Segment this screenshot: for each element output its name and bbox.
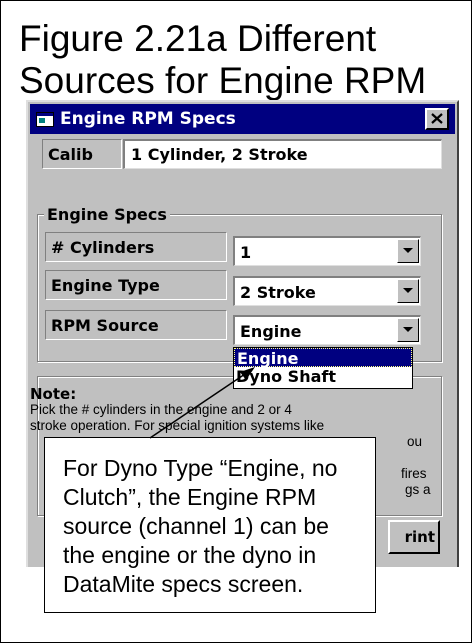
figure-title-line2: Sources for Engine RPM bbox=[19, 60, 427, 101]
figure-title-line1: Figure 2.21a Different bbox=[19, 18, 377, 59]
rpm-source-dropdown-button[interactable] bbox=[397, 318, 419, 342]
window-title: Engine RPM Specs bbox=[60, 109, 236, 129]
engine-type-select[interactable]: 2 Stroke bbox=[233, 276, 421, 306]
note-line-5-fragment: gs a bbox=[405, 482, 431, 497]
engine-type-dropdown-button[interactable] bbox=[397, 279, 419, 303]
engine-specs-group-title: Engine Specs bbox=[44, 205, 170, 224]
close-button[interactable] bbox=[425, 108, 449, 130]
rpm-source-options-list: Engine Dyno Shaft bbox=[233, 347, 413, 389]
callout-box: For Dyno Type “Engine, no Clutch”, the E… bbox=[44, 437, 376, 613]
chevron-down-icon bbox=[403, 248, 413, 253]
engine-type-value: 2 Stroke bbox=[240, 283, 316, 302]
rpm-source-select[interactable]: Engine bbox=[233, 315, 421, 345]
rpm-source-option-dyno-shaft[interactable]: Dyno Shaft bbox=[234, 367, 412, 386]
chevron-down-icon bbox=[403, 327, 413, 332]
window-titlebar[interactable]: Engine RPM Specs bbox=[30, 104, 455, 134]
calib-input[interactable]: 1 Cylinder, 2 Stroke bbox=[123, 139, 442, 169]
callout-text: For Dyno Type “Engine, no Clutch”, the E… bbox=[63, 455, 338, 597]
note-line-4-fragment: fires bbox=[401, 466, 427, 481]
print-button-label: rint bbox=[404, 528, 435, 546]
rpm-source-label: RPM Source bbox=[45, 310, 227, 340]
cylinders-value: 1 bbox=[240, 243, 252, 262]
rpm-source-value: Engine bbox=[240, 322, 302, 341]
print-button[interactable]: rint bbox=[388, 520, 440, 554]
note-line-1: Pick the # cylinders in the engine and 2… bbox=[30, 402, 292, 417]
note-line-2: stroke operation. For special ignition s… bbox=[30, 418, 325, 433]
rpm-source-option-engine[interactable]: Engine bbox=[234, 348, 412, 368]
calib-label: Calib bbox=[42, 139, 122, 169]
engine-type-label: Engine Type bbox=[45, 270, 227, 300]
cylinders-select[interactable]: 1 bbox=[233, 236, 421, 266]
figure-title: Figure 2.21a Different Sources for Engin… bbox=[19, 18, 459, 102]
cylinders-dropdown-button[interactable] bbox=[397, 239, 419, 263]
cylinders-label: # Cylinders bbox=[45, 232, 227, 262]
note-line-3-fragment: ou bbox=[407, 434, 423, 449]
chevron-down-icon bbox=[403, 288, 413, 293]
close-icon bbox=[431, 109, 443, 129]
app-icon bbox=[36, 111, 54, 127]
